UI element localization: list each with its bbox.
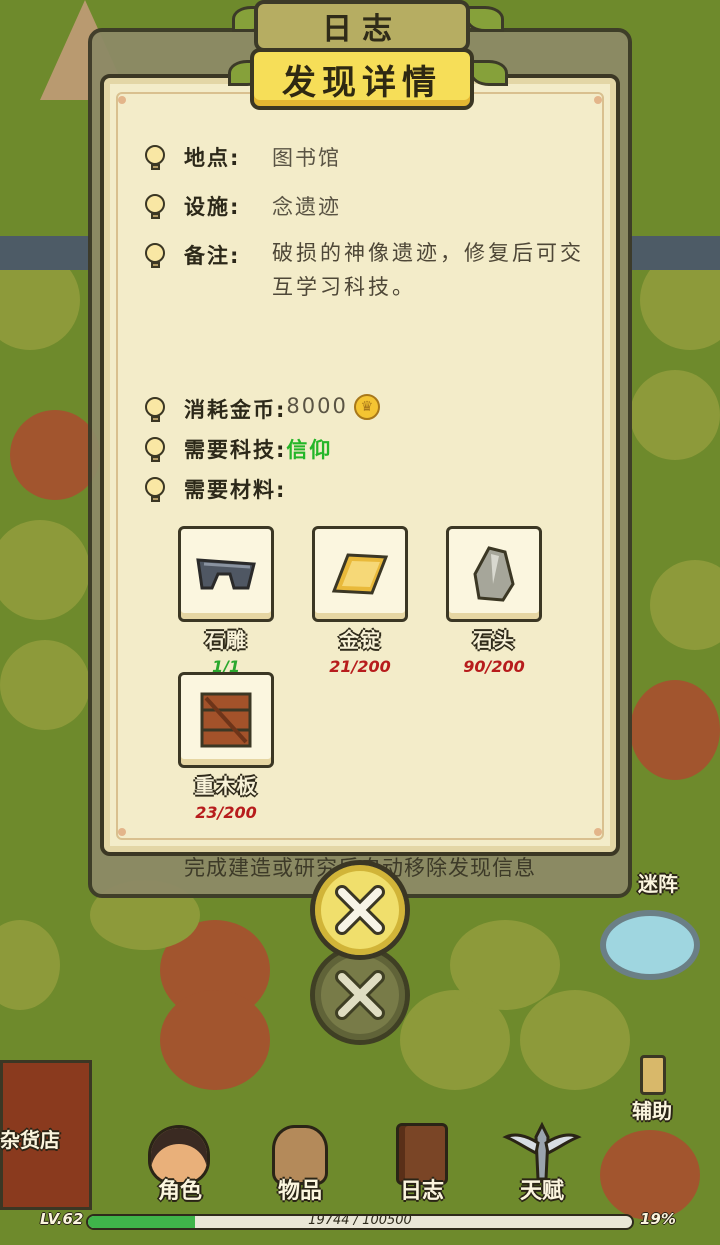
shop-label: 杂货店	[0, 1128, 60, 1152]
material-slot[interactable]	[178, 672, 274, 768]
note-row: 备注: 破损的神像遗迹，修复后可交互学习科技。	[140, 240, 592, 304]
material-slot[interactable]	[312, 526, 408, 622]
corner-dot	[594, 96, 602, 104]
leaf-decoration	[470, 60, 508, 86]
material-name: 金锭	[339, 628, 381, 652]
corner-dot	[118, 96, 126, 104]
nav-character[interactable]: 角色	[130, 1115, 230, 1205]
close-button-detail[interactable]	[310, 860, 410, 960]
nav-talent[interactable]: 天赋	[492, 1115, 592, 1205]
wall-right	[630, 236, 720, 270]
facility-row: 设施: 念遗迹	[140, 191, 341, 221]
lightbulb-icon	[140, 394, 170, 424]
facility-label: 设施:	[184, 195, 241, 219]
stone-carving-icon	[196, 558, 256, 590]
nav-label: 角色	[157, 1179, 202, 1204]
material-slot[interactable]	[178, 526, 274, 622]
material-name: 重木板	[194, 774, 258, 798]
cost-value: 8000	[286, 394, 348, 418]
location-value: 图书馆	[272, 146, 341, 170]
nav-journal[interactable]: 日志	[372, 1115, 472, 1205]
materials-label: 需要材料:	[184, 478, 287, 502]
lightbulb-icon	[140, 434, 170, 464]
close-icon	[335, 885, 385, 935]
gold-coin-icon: ♛	[353, 394, 380, 420]
assist-label: 辅助	[632, 1099, 672, 1123]
lightbulb-icon	[140, 240, 170, 270]
leaf-decoration	[466, 6, 504, 32]
note-value: 破损的神像遗迹，修复后可交互学习科技。	[272, 241, 584, 299]
facility-value: 念遗迹	[272, 195, 341, 219]
xp-percent: 19%	[640, 1210, 676, 1228]
lightbulb-icon	[140, 191, 170, 221]
cost-row: 消耗金币: 8000 ♛	[140, 394, 380, 424]
nav-label: 日志	[399, 1179, 444, 1204]
note-label: 备注:	[184, 244, 241, 268]
close-icon	[335, 970, 385, 1020]
material-gold-ingot[interactable]: 金锭 21/200	[312, 526, 408, 676]
journal-title: 日志	[254, 0, 470, 52]
tech-row: 需要科技: 信仰	[140, 434, 332, 464]
material-stone[interactable]: 石头 90/200	[446, 526, 542, 676]
nav-label: 物品	[277, 1179, 322, 1204]
material-slot[interactable]	[446, 526, 542, 622]
corner-dot	[594, 828, 602, 836]
corner-dot	[118, 828, 126, 836]
materials-row: 需要材料:	[140, 474, 286, 504]
wood-crate-icon	[200, 692, 252, 748]
lightbulb-icon	[140, 142, 170, 172]
tech-label: 需要科技:	[184, 438, 287, 462]
material-stone-carving[interactable]: 石雕 1/1	[178, 526, 274, 676]
material-count: 90/200	[463, 657, 525, 676]
wall-left	[0, 236, 90, 270]
location-label: 地点:	[184, 146, 241, 170]
stone-icon	[473, 546, 515, 602]
xp-text: 19744 / 100500	[308, 1213, 412, 1228]
hourglass-icon[interactable]	[640, 1055, 666, 1095]
nav-label: 天赋	[519, 1179, 564, 1204]
nav-items[interactable]: 物品	[250, 1115, 350, 1205]
tech-value: 信仰	[286, 438, 333, 462]
material-heavy-plank[interactable]: 重木板 23/200	[178, 672, 274, 822]
location-row: 地点: 图书馆	[140, 142, 341, 172]
material-name: 石头	[473, 628, 515, 652]
gold-ingot-icon	[331, 553, 389, 595]
lightbulb-icon	[140, 474, 170, 504]
material-name: 石雕	[205, 628, 247, 652]
material-count: 21/200	[329, 657, 391, 676]
detail-title: 发现详情	[250, 48, 474, 110]
cost-label: 消耗金币:	[184, 398, 287, 422]
close-button-journal[interactable]	[310, 945, 410, 1045]
material-count: 23/200	[195, 803, 257, 822]
portal[interactable]	[600, 910, 700, 980]
